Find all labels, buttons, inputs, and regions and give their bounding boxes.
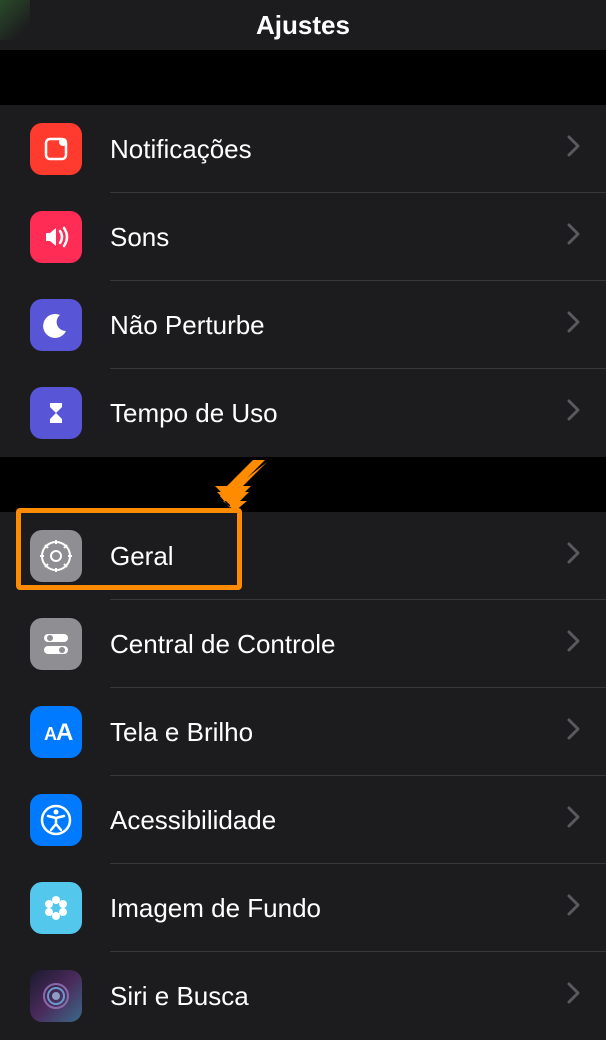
- svg-text:A: A: [56, 719, 73, 746]
- row-label: Imagem de Fundo: [110, 893, 567, 924]
- gear-icon: [30, 530, 82, 582]
- accessibility-icon: [30, 794, 82, 846]
- chevron-right-icon: [567, 223, 581, 251]
- chevron-right-icon: [567, 542, 581, 570]
- flower-icon: [30, 882, 82, 934]
- hourglass-icon: [30, 387, 82, 439]
- row-general[interactable]: Geral: [0, 512, 606, 600]
- row-screen-time[interactable]: Tempo de Uso: [0, 369, 606, 457]
- moon-icon: [30, 299, 82, 351]
- siri-icon: [30, 970, 82, 1022]
- header-bar: Ajustes: [0, 0, 606, 50]
- row-wallpaper[interactable]: Imagem de Fundo: [0, 864, 606, 952]
- header-gradient: [0, 0, 30, 40]
- row-label: Acessibilidade: [110, 805, 567, 836]
- row-do-not-disturb[interactable]: Não Perturbe: [0, 281, 606, 369]
- row-label: Central de Controle: [110, 629, 567, 660]
- page-title: Ajustes: [256, 10, 350, 41]
- row-accessibility[interactable]: Acessibilidade: [0, 776, 606, 864]
- chevron-right-icon: [567, 894, 581, 922]
- text-size-icon: A A: [30, 706, 82, 758]
- row-label: Sons: [110, 222, 567, 253]
- toggles-icon: [30, 618, 82, 670]
- chevron-right-icon: [567, 311, 581, 339]
- row-label: Não Perturbe: [110, 310, 567, 341]
- sounds-icon: [30, 211, 82, 263]
- row-label: Notificações: [110, 134, 567, 165]
- row-siri-search[interactable]: Siri e Busca: [0, 952, 606, 1040]
- chevron-right-icon: [567, 806, 581, 834]
- chevron-right-icon: [567, 982, 581, 1010]
- settings-group-2: Geral Central de Controle A A Tela: [0, 512, 606, 1040]
- settings-group-1: Notificações Sons Não Perturbe: [0, 105, 606, 457]
- row-display-brightness[interactable]: A A Tela e Brilho: [0, 688, 606, 776]
- row-label: Tempo de Uso: [110, 398, 567, 429]
- chevron-right-icon: [567, 718, 581, 746]
- row-notifications[interactable]: Notificações: [0, 105, 606, 193]
- section-gap: [0, 457, 606, 512]
- row-label: Geral: [110, 541, 567, 572]
- chevron-right-icon: [567, 399, 581, 427]
- chevron-right-icon: [567, 135, 581, 163]
- row-label: Siri e Busca: [110, 981, 567, 1012]
- row-control-center[interactable]: Central de Controle: [0, 600, 606, 688]
- row-sounds[interactable]: Sons: [0, 193, 606, 281]
- notifications-icon: [30, 123, 82, 175]
- section-gap: [0, 50, 606, 105]
- row-label: Tela e Brilho: [110, 717, 567, 748]
- chevron-right-icon: [567, 630, 581, 658]
